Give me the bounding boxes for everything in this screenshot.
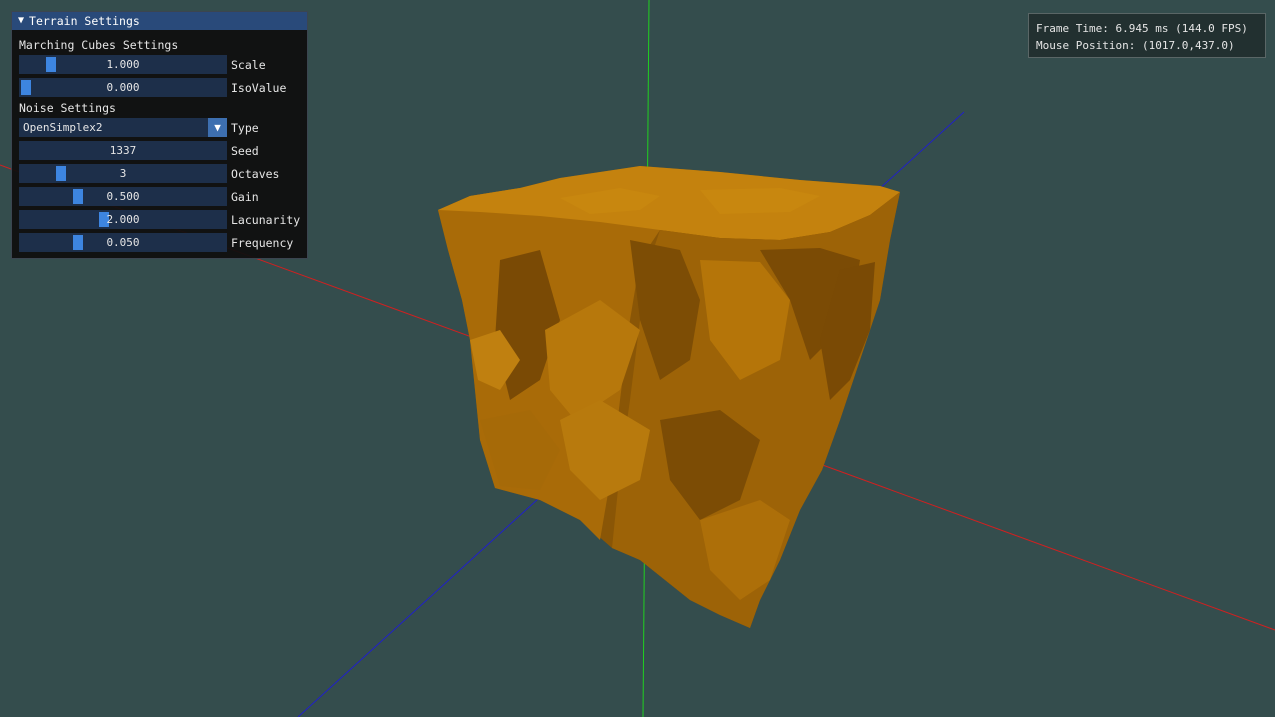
- seed-input[interactable]: 1337: [19, 141, 227, 160]
- type-label: Type: [231, 120, 259, 135]
- dropdown-arrow-icon[interactable]: ▼: [208, 118, 227, 137]
- noise-type-combo[interactable]: OpenSimplex2 ▼: [19, 118, 227, 137]
- scale-label: Scale: [231, 57, 266, 72]
- frequency-value: 0.050: [106, 236, 140, 249]
- scale-value: 1.000: [106, 58, 140, 71]
- octaves-label: Octaves: [231, 166, 280, 181]
- marching-cubes-header: Marching Cubes Settings: [19, 38, 179, 52]
- gain-slider[interactable]: 0.500: [19, 187, 227, 206]
- isovalue-row: 0.000 IsoValue: [19, 78, 286, 97]
- scale-slider[interactable]: 1.000: [19, 55, 227, 74]
- gain-label: Gain: [231, 189, 259, 204]
- octaves-row: 3 Octaves: [19, 164, 279, 183]
- seed-label: Seed: [231, 143, 259, 158]
- isovalue-slider[interactable]: 0.000: [19, 78, 227, 97]
- lacunarity-row: 2.000 Lacunarity: [19, 210, 300, 229]
- lacunarity-label: Lacunarity: [231, 212, 301, 227]
- window-title-bar[interactable]: ▼ Terrain Settings: [12, 12, 307, 30]
- octaves-value: 3: [119, 167, 127, 180]
- noise-settings-header: Noise Settings: [19, 101, 116, 115]
- isovalue-label: IsoValue: [231, 80, 287, 95]
- lacunarity-slider[interactable]: 2.000: [19, 210, 227, 229]
- terrain-settings-window[interactable]: ▼ Terrain Settings Marching Cubes Settin…: [11, 11, 308, 259]
- scale-row: 1.000 Scale: [19, 55, 266, 74]
- frequency-label: Frequency: [231, 235, 294, 250]
- frame-time-text: Frame Time: 6.945 ms (144.0 FPS): [1036, 22, 1248, 35]
- octaves-slider[interactable]: 3: [19, 164, 227, 183]
- frequency-slider[interactable]: 0.050: [19, 233, 227, 252]
- gain-value: 0.500: [106, 190, 140, 203]
- isovalue-value: 0.000: [106, 81, 140, 94]
- lacunarity-value: 2.000: [106, 213, 140, 226]
- frequency-row: 0.050 Frequency: [19, 233, 293, 252]
- seed-row: 1337 Seed: [19, 141, 259, 160]
- mouse-position-text: Mouse Position: (1017.0,437.0): [1036, 39, 1235, 52]
- window-title: Terrain Settings: [29, 14, 140, 28]
- 3d-viewport[interactable]: ▼ Terrain Settings Marching Cubes Settin…: [0, 0, 1275, 717]
- seed-value: 1337: [109, 144, 137, 157]
- terrain-mesh: [438, 166, 900, 628]
- collapse-arrow-icon[interactable]: ▼: [18, 16, 24, 26]
- gain-row: 0.500 Gain: [19, 187, 259, 206]
- noise-type-value: OpenSimplex2: [23, 121, 103, 134]
- stats-overlay: Frame Time: 6.945 ms (144.0 FPS) Mouse P…: [1028, 13, 1266, 58]
- type-row: OpenSimplex2 ▼ Type: [19, 118, 259, 137]
